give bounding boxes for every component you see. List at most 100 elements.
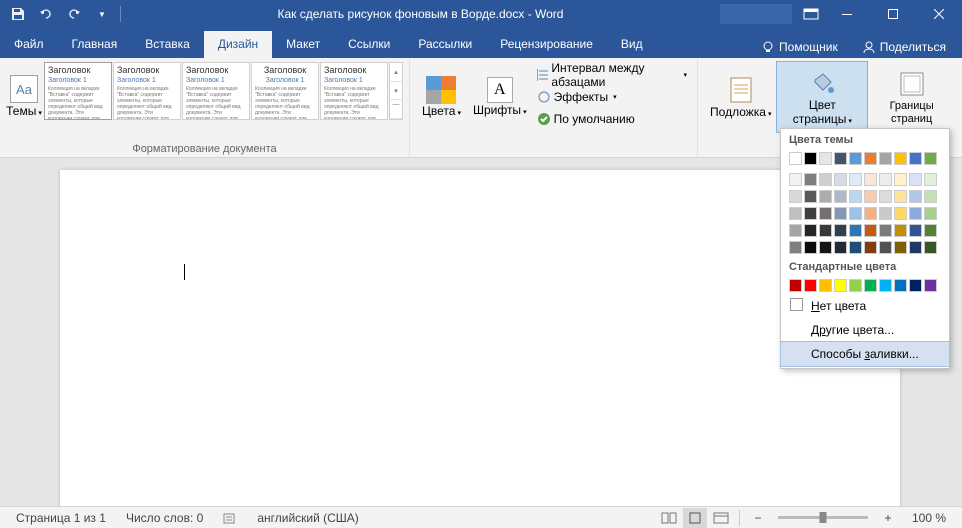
tab-insert[interactable]: Вставка [131, 31, 204, 58]
color-swatch[interactable] [789, 173, 802, 186]
color-swatch[interactable] [834, 190, 847, 203]
undo-button[interactable] [36, 4, 56, 24]
color-swatch[interactable] [894, 279, 907, 292]
color-swatch[interactable] [909, 152, 922, 165]
tab-file[interactable]: Файл [0, 31, 58, 58]
style-set-1[interactable]: ЗаголовокЗаголовок 1Коллекция на вкладке… [44, 62, 112, 120]
color-swatch[interactable] [864, 173, 877, 186]
color-swatch[interactable] [834, 279, 847, 292]
watermark-button[interactable]: Подложка▾ [704, 62, 777, 132]
color-swatch[interactable] [849, 279, 862, 292]
color-swatch[interactable] [879, 241, 892, 254]
tab-view[interactable]: Вид [607, 31, 657, 58]
color-swatch[interactable] [849, 152, 862, 165]
color-swatch[interactable] [864, 152, 877, 165]
color-swatch[interactable] [834, 152, 847, 165]
color-swatch[interactable] [834, 207, 847, 220]
page[interactable] [60, 170, 900, 506]
color-swatch[interactable] [804, 190, 817, 203]
color-swatch[interactable] [849, 190, 862, 203]
share-button[interactable]: Поделиться [856, 36, 952, 58]
color-swatch[interactable] [894, 224, 907, 237]
qat-customize[interactable]: ▼ [92, 4, 112, 24]
style-set-2[interactable]: ЗаголовокЗаголовок 1Коллекция на вкладке… [113, 62, 181, 120]
color-swatch[interactable] [819, 190, 832, 203]
zoom-out-button[interactable]: − [746, 508, 770, 528]
color-swatch[interactable] [894, 190, 907, 203]
color-swatch[interactable] [924, 224, 937, 237]
close-button[interactable] [916, 0, 962, 28]
color-swatch[interactable] [789, 224, 802, 237]
color-swatch[interactable] [849, 207, 862, 220]
color-swatch[interactable] [789, 190, 802, 203]
color-swatch[interactable] [804, 241, 817, 254]
zoom-level[interactable]: 100 % [902, 511, 956, 525]
color-swatch[interactable] [804, 279, 817, 292]
style-gallery[interactable]: ЗаголовокЗаголовок 1Коллекция на вкладке… [44, 62, 403, 120]
color-swatch[interactable] [894, 241, 907, 254]
color-swatch[interactable] [849, 241, 862, 254]
color-swatch[interactable] [879, 173, 892, 186]
color-swatch[interactable] [924, 207, 937, 220]
color-swatch[interactable] [789, 279, 802, 292]
read-mode-button[interactable] [657, 508, 681, 528]
color-swatch[interactable] [804, 207, 817, 220]
status-words[interactable]: Число слов: 0 [116, 511, 213, 525]
color-swatch[interactable] [879, 190, 892, 203]
style-set-3[interactable]: ЗаголовокЗаголовок 1Коллекция на вкладке… [182, 62, 250, 120]
color-swatch[interactable] [879, 279, 892, 292]
color-swatch[interactable] [834, 173, 847, 186]
effects-button[interactable]: Эффекты▾ [533, 86, 691, 108]
save-button[interactable] [8, 4, 28, 24]
set-default[interactable]: По умолчанию [533, 108, 691, 130]
tell-me[interactable]: Помощник [755, 36, 844, 58]
color-swatch[interactable] [819, 241, 832, 254]
zoom-in-button[interactable]: + [876, 508, 900, 528]
fill-effects-item[interactable]: Способы заливки... [781, 342, 949, 366]
tab-layout[interactable]: Макет [272, 31, 334, 58]
color-swatch[interactable] [864, 279, 877, 292]
color-swatch[interactable] [864, 190, 877, 203]
redo-button[interactable] [64, 4, 84, 24]
color-swatch[interactable] [819, 279, 832, 292]
color-swatch[interactable] [834, 224, 847, 237]
maximize-button[interactable] [870, 0, 916, 28]
color-swatch[interactable] [789, 241, 802, 254]
color-swatch[interactable] [924, 152, 937, 165]
color-swatch[interactable] [924, 190, 937, 203]
color-swatch[interactable] [864, 224, 877, 237]
color-swatch[interactable] [879, 224, 892, 237]
color-swatch[interactable] [804, 224, 817, 237]
zoom-thumb[interactable] [819, 512, 826, 523]
color-swatch[interactable] [789, 152, 802, 165]
colors-button[interactable]: Цвета▾ [416, 62, 467, 132]
color-swatch[interactable] [819, 173, 832, 186]
color-swatch[interactable] [924, 241, 937, 254]
color-swatch[interactable] [819, 224, 832, 237]
tab-home[interactable]: Главная [58, 31, 132, 58]
color-swatch[interactable] [924, 173, 937, 186]
color-swatch[interactable] [909, 279, 922, 292]
color-swatch[interactable] [804, 152, 817, 165]
themes-button[interactable]: Темы▾ [6, 62, 42, 132]
color-swatch[interactable] [879, 207, 892, 220]
status-page[interactable]: Страница 1 из 1 [6, 511, 116, 525]
color-swatch[interactable] [879, 152, 892, 165]
color-swatch[interactable] [924, 279, 937, 292]
color-swatch[interactable] [894, 207, 907, 220]
style-set-4[interactable]: ЗаголовокЗаголовок 1Коллекция на вкладке… [251, 62, 319, 120]
color-swatch[interactable] [909, 173, 922, 186]
color-swatch[interactable] [909, 207, 922, 220]
tab-references[interactable]: Ссылки [334, 31, 404, 58]
page-borders-button[interactable]: Границы страниц [867, 62, 956, 132]
paragraph-spacing[interactable]: Интервал между абзацами▾ [533, 64, 691, 86]
more-colors-item[interactable]: Другие цвета... [781, 318, 949, 342]
style-set-5[interactable]: ЗаголовокЗаголовок 1Коллекция на вкладке… [320, 62, 388, 120]
color-swatch[interactable] [864, 207, 877, 220]
web-layout-button[interactable] [709, 508, 733, 528]
fonts-button[interactable]: A Шрифты▾ [467, 62, 533, 132]
gallery-expand[interactable]: ▴▾⎺ [389, 62, 403, 120]
color-swatch[interactable] [849, 224, 862, 237]
color-swatch[interactable] [894, 173, 907, 186]
color-swatch[interactable] [864, 241, 877, 254]
